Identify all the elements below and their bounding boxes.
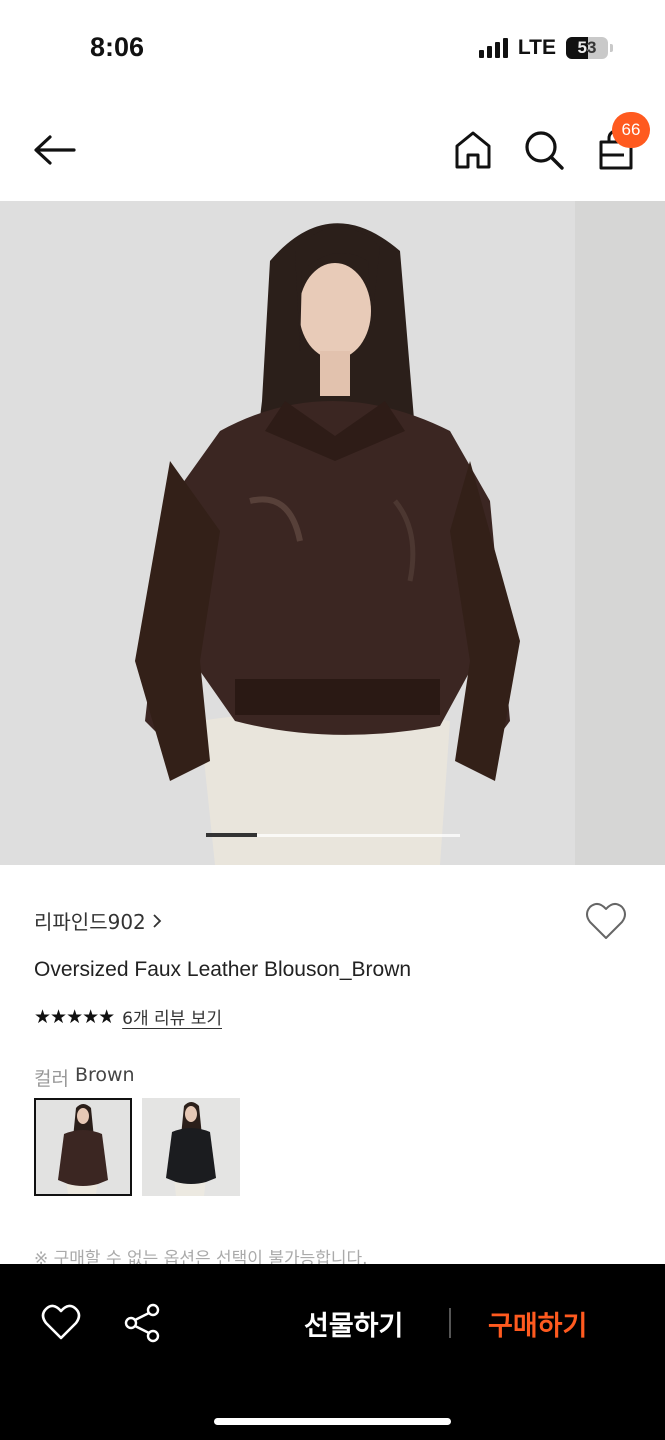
swatch-thumbnail [142,1098,240,1196]
bottom-wishlist-button[interactable] [40,1302,82,1342]
brand-link[interactable]: 리파인드902 [34,906,162,935]
share-icon [124,1303,160,1343]
search-icon [525,131,564,170]
color-swatch-brown[interactable] [34,1098,132,1196]
battery-level: 53 [577,38,597,57]
status-time: 8:06 [90,32,145,62]
home-indicator [214,1418,451,1425]
battery-icon: 53 [566,37,608,59]
gallery-page-indicator [206,833,460,837]
swatch-thumbnail [36,1100,130,1194]
network-label: LTE [517,36,556,59]
wishlist-button[interactable] [584,900,628,942]
gallery-page-indicator-active [206,833,257,837]
battery-cap [610,44,613,52]
color-swatch-black[interactable] [142,1098,240,1196]
signal-icon [478,38,508,58]
divider [449,1308,451,1338]
home-button[interactable] [453,128,493,172]
rating-row: ★★★★★ 6개 리뷰 보기 [34,1004,222,1030]
rating-stars: ★★★★★ [34,1005,115,1028]
bottom-action-bar: 선물하기 구매하기 [0,1264,665,1440]
product-photo [0,201,665,865]
color-value: Brown [74,1064,135,1086]
chevron-right-icon [153,913,162,928]
back-button[interactable] [30,130,78,170]
buy-button[interactable]: 구매하기 [488,1304,587,1343]
cart-count-badge: 66 [612,112,650,148]
status-indicators: LTE 53 [478,36,613,60]
status-bar: 8:06 LTE 53 [0,0,665,100]
app-header: 66 [0,100,665,201]
heart-icon [41,1304,81,1340]
color-option-label: 컬러 Brown [34,1064,135,1091]
review-link[interactable]: 6개 리뷰 보기 [122,1004,222,1029]
share-button[interactable] [122,1302,162,1344]
heart-icon [586,903,626,939]
back-arrow-icon [34,135,76,165]
home-icon [455,131,491,169]
color-key: 컬러 [34,1068,69,1090]
product-title: Oversized Faux Leather Blouson_Brown [34,958,412,981]
brand-name: 리파인드902 [34,910,146,934]
gift-button[interactable]: 선물하기 [304,1304,403,1343]
search-button[interactable] [522,128,566,172]
product-image-gallery[interactable] [0,201,665,865]
